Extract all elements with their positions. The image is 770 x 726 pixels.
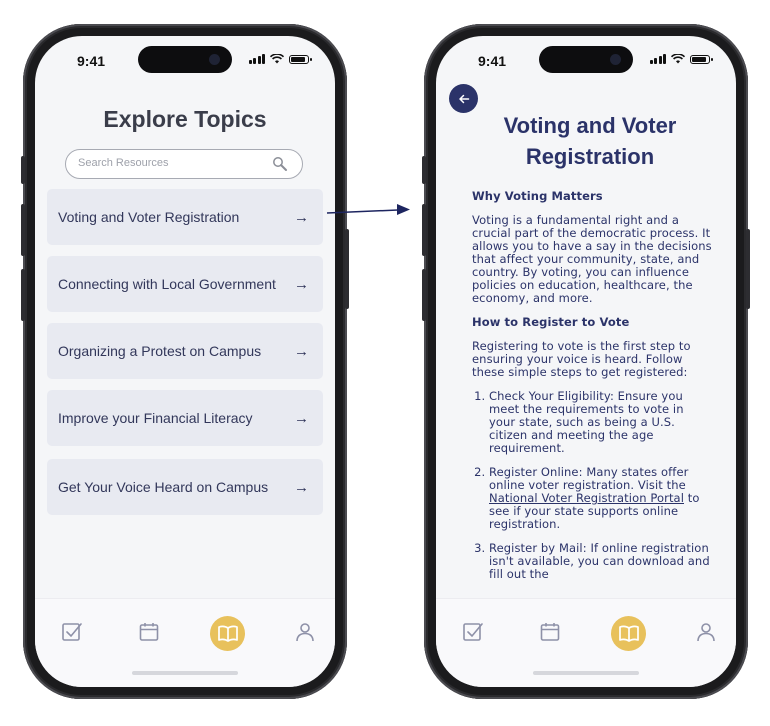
- profile-icon[interactable]: [695, 621, 717, 643]
- power-button: [746, 229, 750, 309]
- tab-resources-active[interactable]: [210, 616, 245, 651]
- home-indicator: [132, 671, 238, 675]
- volume-down-button: [21, 269, 25, 321]
- arrow-right-icon: →: [294, 342, 309, 360]
- back-button[interactable]: [449, 84, 478, 113]
- battery-icon: [690, 54, 713, 64]
- section-heading-why-voting: Why Voting Matters: [472, 189, 603, 203]
- book-icon: [217, 624, 238, 642]
- topic-label: Organizing a Protest on Campus: [58, 343, 262, 359]
- home-indicator: [533, 671, 639, 675]
- volume-up-button: [422, 204, 426, 256]
- calendar-icon[interactable]: [138, 621, 160, 643]
- arrow-right-icon: →: [294, 275, 309, 293]
- article-body: Why Voting Matters Voting is a fundament…: [472, 190, 712, 592]
- topic-voice-heard[interactable]: Get Your Voice Heard on Campus →: [47, 459, 323, 515]
- camera-icon: [209, 54, 220, 65]
- arrow-left-icon: [458, 94, 469, 103]
- topic-local-government[interactable]: Connecting with Local Government →: [47, 256, 323, 312]
- volume-up-button: [21, 204, 25, 256]
- wifi-icon: [671, 54, 685, 64]
- arrow-right-icon: →: [294, 208, 309, 226]
- step-item: Register Online: Many states offer onlin…: [489, 466, 712, 531]
- step-item: Check Your Eligibility: Ensure you meet …: [489, 390, 712, 455]
- status-time: 9:41: [77, 53, 106, 69]
- checkbox-icon[interactable]: [462, 621, 484, 643]
- topic-protest-campus[interactable]: Organizing a Protest on Campus →: [47, 323, 323, 379]
- steps-list: Check Your Eligibility: Ensure you meet …: [472, 390, 712, 581]
- arrow-right-icon: →: [294, 409, 309, 427]
- search-bar[interactable]: [65, 149, 303, 179]
- status-time: 9:41: [478, 53, 507, 69]
- phone-frame-left: 9:41 Explore Topics Voting and Voter Reg…: [21, 24, 349, 699]
- silent-switch: [422, 156, 426, 184]
- power-button: [345, 229, 349, 309]
- signal-icon: [248, 54, 265, 64]
- silent-switch: [21, 156, 25, 184]
- tab-resources-active[interactable]: [611, 616, 646, 651]
- volume-down-button: [422, 269, 426, 321]
- tab-bar: [436, 598, 736, 687]
- article-title-line1: Voting and Voter: [503, 113, 677, 138]
- arrow-right-icon: →: [294, 478, 309, 496]
- dynamic-island: [539, 46, 633, 73]
- dynamic-island: [138, 46, 232, 73]
- topic-label: Improve your Financial Literacy: [58, 410, 253, 426]
- checkbox-icon[interactable]: [61, 621, 83, 643]
- section-paragraph: Registering to vote is the first step to…: [472, 339, 691, 379]
- topic-financial-literacy[interactable]: Improve your Financial Literacy →: [47, 390, 323, 446]
- search-icon[interactable]: [272, 156, 288, 172]
- phone-frame-right: 9:41 Voting and Voter Registration Why V…: [422, 24, 750, 699]
- status-bar: 9:41: [436, 36, 736, 86]
- article-title-line2: Registration: [525, 144, 655, 169]
- screen-voting-article: 9:41 Voting and Voter Registration Why V…: [436, 36, 736, 687]
- battery-icon: [289, 54, 312, 64]
- article-title: Voting and Voter Registration: [466, 110, 714, 172]
- profile-icon[interactable]: [294, 621, 316, 643]
- calendar-icon[interactable]: [539, 621, 561, 643]
- step-item: Register by Mail: If online registration…: [489, 542, 712, 581]
- tab-bar: [35, 598, 335, 687]
- section-heading-how-to-register: How to Register to Vote: [472, 315, 630, 329]
- signal-icon: [649, 54, 666, 64]
- voter-registration-portal-link[interactable]: National Voter Registration Portal: [489, 491, 684, 505]
- book-icon: [618, 624, 639, 642]
- section-paragraph: Voting is a fundamental right and a cruc…: [472, 213, 712, 305]
- topic-label: Voting and Voter Registration: [58, 209, 240, 225]
- camera-icon: [610, 54, 621, 65]
- topic-label: Get Your Voice Heard on Campus: [58, 479, 269, 495]
- status-bar: 9:41: [35, 36, 335, 86]
- screen-explore-topics: 9:41 Explore Topics Voting and Voter Reg…: [35, 36, 335, 687]
- page-title: Explore Topics: [103, 106, 267, 132]
- topic-voting-registration[interactable]: Voting and Voter Registration →: [47, 189, 323, 245]
- search-input[interactable]: [76, 156, 270, 170]
- topic-label: Connecting with Local Government: [58, 276, 276, 292]
- wifi-icon: [270, 54, 284, 64]
